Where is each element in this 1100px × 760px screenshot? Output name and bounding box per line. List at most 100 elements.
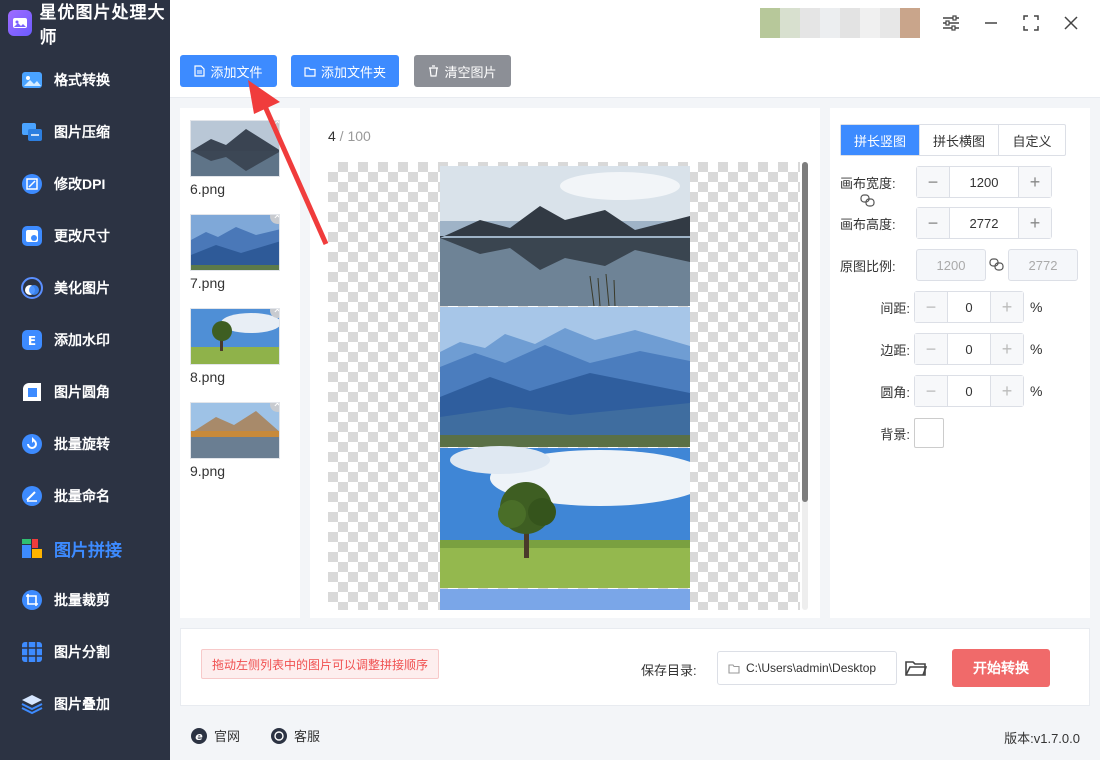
- footer: e 官网 客服 版本:v1.7.0.0: [170, 712, 1100, 760]
- orig-width-field: 1200: [916, 249, 986, 281]
- maximize-icon[interactable]: [1018, 10, 1044, 36]
- minimize-icon[interactable]: [978, 10, 1004, 36]
- sidebar-item-8[interactable]: 批量命名: [0, 470, 170, 522]
- settings-sliders-icon[interactable]: [938, 10, 964, 36]
- close-icon[interactable]: [1058, 10, 1084, 36]
- sidebar-item-label: 图片分割: [54, 644, 110, 660]
- stitched-image: [440, 166, 690, 610]
- sidebar-item-3[interactable]: 更改尺寸: [0, 210, 170, 262]
- resize-icon: [20, 224, 44, 248]
- ratio-link-icon: [986, 258, 1008, 272]
- folder-outline-icon: [728, 663, 740, 674]
- orig-height-field: 2772: [1008, 249, 1078, 281]
- decrement-button[interactable]: −: [917, 167, 949, 197]
- sidebar-item-label: 图片拼接: [54, 540, 122, 560]
- annotation-arrow-icon: [248, 80, 329, 246]
- radius-stepper[interactable]: − 0 +: [914, 375, 1024, 407]
- sidebar-item-11[interactable]: 图片分割: [0, 626, 170, 678]
- file-icon: [194, 65, 206, 77]
- tab-custom[interactable]: 自定义: [999, 125, 1065, 155]
- preview-canvas[interactable]: [328, 162, 800, 610]
- preview-scrollbar[interactable]: [802, 162, 808, 610]
- support-link[interactable]: 客服: [270, 726, 320, 745]
- layers-icon: [20, 692, 44, 716]
- user-avatar[interactable]: [760, 8, 920, 38]
- clear-images-button[interactable]: 清空图片: [414, 55, 511, 87]
- svg-text:e: e: [195, 730, 203, 743]
- sidebar-item-0[interactable]: 格式转换: [0, 54, 170, 106]
- bottom-bar: 拖动左侧列表中的图片可以调整拼接顺序 保存目录: C:\Users\admin\…: [180, 628, 1090, 706]
- increment-button[interactable]: +: [1019, 167, 1051, 197]
- margin-stepper[interactable]: − 0 +: [914, 333, 1024, 365]
- app-logo-icon: [8, 10, 32, 36]
- sidebar-item-label: 图片压缩: [54, 124, 110, 140]
- sidebar-item-9[interactable]: 图片拼接: [0, 522, 170, 574]
- split-icon: [20, 640, 44, 664]
- stitched-next-image: [440, 589, 690, 610]
- brand: 星优图片处理大师: [0, 0, 170, 47]
- sidebar-item-label: 格式转换: [54, 72, 110, 88]
- trash-icon: [429, 65, 439, 77]
- tab-horizontal[interactable]: 拼长横图: [920, 125, 999, 155]
- sidebar-nav: 格式转换图片压缩修改DPI 更改尺寸美化图片 E 添加水印 图片圆角批量旋转批量命名图片…: [0, 54, 170, 730]
- decrement-button[interactable]: −: [915, 292, 947, 322]
- file-item-9[interactable]: ✕ 9.png: [190, 402, 280, 479]
- sidebar-item-label: 批量裁剪: [54, 592, 110, 608]
- folder-icon: [304, 66, 316, 77]
- sidebar: 星优图片处理大师 格式转换图片压缩修改DPI 更改尺寸美化图片 E 添加水印 图片圆角批…: [0, 0, 170, 760]
- app-title: 星优图片处理大师: [39, 3, 166, 47]
- sidebar-item-5[interactable]: E 添加水印: [0, 314, 170, 366]
- crop-icon: [20, 588, 44, 612]
- decrement-button[interactable]: −: [915, 376, 947, 406]
- sidebar-item-1[interactable]: 图片压缩: [0, 106, 170, 158]
- tree-field-thumbnail: ✕: [190, 308, 280, 365]
- file-item-8[interactable]: ✕ 8.png: [190, 308, 280, 385]
- dpi-icon: [20, 172, 44, 196]
- original-ratio-row: 原图比例: 1200 2772: [840, 249, 1078, 281]
- stitch-icon: [20, 536, 44, 560]
- increment-button[interactable]: +: [991, 334, 1023, 364]
- canvas-width-stepper[interactable]: − 1200 +: [916, 166, 1052, 198]
- image-compress-icon: [20, 120, 44, 144]
- beautify-icon: [20, 276, 44, 300]
- increment-button[interactable]: +: [991, 292, 1023, 322]
- scrollbar-thumb[interactable]: [802, 162, 808, 502]
- image-convert-icon: [20, 68, 44, 92]
- spacing-stepper[interactable]: − 0 +: [914, 291, 1024, 323]
- background-row: 背景:: [840, 418, 944, 448]
- rotate-icon: [20, 432, 44, 456]
- save-path-input[interactable]: C:\Users\admin\Desktop: [717, 651, 897, 685]
- canvas-height-stepper[interactable]: − 2772 +: [916, 207, 1052, 239]
- rename-icon: [20, 484, 44, 508]
- sidebar-item-6[interactable]: 图片圆角: [0, 366, 170, 418]
- decrement-button[interactable]: −: [915, 334, 947, 364]
- drag-hint: 拖动左侧列表中的图片可以调整拼接顺序: [201, 649, 440, 679]
- decrement-button[interactable]: −: [917, 208, 949, 238]
- svg-text:E: E: [28, 334, 36, 348]
- increment-button[interactable]: +: [991, 376, 1023, 406]
- spacing-row: 间距: − 0 + %: [840, 291, 1042, 323]
- sidebar-item-label: 美化图片: [54, 280, 110, 296]
- radius-row: 圆角: − 0 + %: [840, 375, 1042, 407]
- increment-button[interactable]: +: [1019, 208, 1051, 238]
- mode-tabs: 拼长竖图 拼长横图 自定义: [840, 124, 1066, 156]
- tab-vertical[interactable]: 拼长竖图: [841, 125, 920, 155]
- sidebar-item-2[interactable]: 修改DPI: [0, 158, 170, 210]
- website-link[interactable]: e 官网: [190, 726, 240, 745]
- stitched-lake-mountain: [440, 166, 690, 307]
- sidebar-item-12[interactable]: 图片叠加: [0, 678, 170, 730]
- sidebar-item-7[interactable]: 批量旋转: [0, 418, 170, 470]
- canvas-height-row: 画布高度: − 2772 +: [840, 207, 1052, 239]
- background-color-picker[interactable]: [914, 418, 944, 448]
- sidebar-item-4[interactable]: 美化图片: [0, 262, 170, 314]
- stitched-tree-field: [440, 446, 690, 588]
- open-folder-icon[interactable]: [903, 655, 929, 681]
- sidebar-item-label: 批量旋转: [54, 436, 110, 452]
- sidebar-item-10[interactable]: 批量裁剪: [0, 574, 170, 626]
- sidebar-item-label: 修改DPI: [54, 176, 106, 192]
- watermark-icon: E: [20, 328, 44, 352]
- sidebar-item-label: 图片叠加: [54, 696, 110, 712]
- chat-support-icon: [271, 727, 287, 744]
- start-convert-button[interactable]: 开始转换: [952, 649, 1050, 687]
- stitched-blue-mountains: [440, 307, 690, 447]
